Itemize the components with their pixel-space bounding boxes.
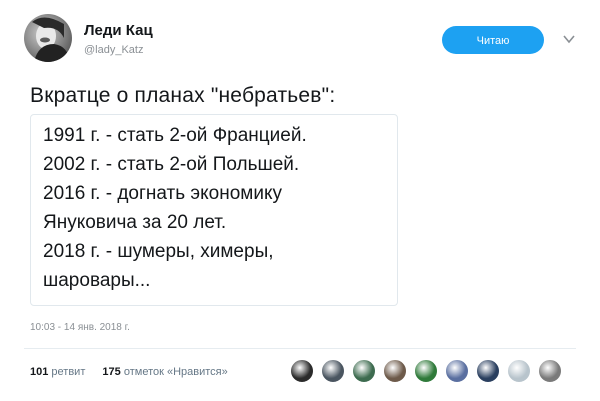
likes-label: отметок «Нравится» (123, 366, 228, 378)
retweet-stat[interactable]: 101 ретвит (30, 366, 88, 378)
likes-stat[interactable]: 175 отметок «Нравится» (102, 366, 227, 378)
quote-card: 1991 г. - стать 2-ой Францией. 2002 г. -… (30, 114, 398, 306)
retweet-count: 101 (30, 366, 49, 378)
quote-line: 2002 г. - стать 2-ой Польшей. (43, 154, 300, 175)
avatar-photo-icon (32, 17, 70, 62)
author-display-name[interactable]: Леди Кац (84, 22, 153, 39)
liker-avatar-3[interactable] (351, 358, 377, 384)
retweet-label: ретвит (51, 366, 86, 378)
divider (24, 348, 576, 349)
liker-avatar-2[interactable] (320, 358, 346, 384)
author-avatar[interactable] (24, 14, 72, 62)
chevron-down-icon[interactable] (562, 32, 576, 46)
tweet-stats: 101 ретвит 175 отметок «Нравится» (30, 366, 242, 378)
liker-avatar-1[interactable] (289, 358, 315, 384)
liker-avatar-9[interactable] (537, 358, 563, 384)
liker-avatar-5[interactable] (413, 358, 439, 384)
tweet-text: Вкратце о планах "небратьев": (30, 84, 336, 107)
likes-count: 175 (102, 366, 121, 378)
liker-avatar-6[interactable] (444, 358, 470, 384)
quote-line: Януковича за 20 лет. (43, 212, 227, 233)
author-handle[interactable]: @lady_Katz (84, 44, 143, 56)
quote-line: 2016 г. - догнать экономику (43, 183, 282, 204)
liker-avatar-8[interactable] (506, 358, 532, 384)
liker-avatar-7[interactable] (475, 358, 501, 384)
tweet-timestamp[interactable]: 10:03 - 14 янв. 2018 г. (30, 322, 130, 333)
quote-line: 2018 г. - шумеры, химеры, (43, 241, 274, 262)
following-button[interactable]: Читаю (442, 26, 544, 54)
quote-line: шаровары... (43, 270, 151, 291)
liker-avatar-4[interactable] (382, 358, 408, 384)
liker-avatars (289, 358, 563, 384)
quote-line: 1991 г. - стать 2-ой Францией. (43, 125, 307, 146)
